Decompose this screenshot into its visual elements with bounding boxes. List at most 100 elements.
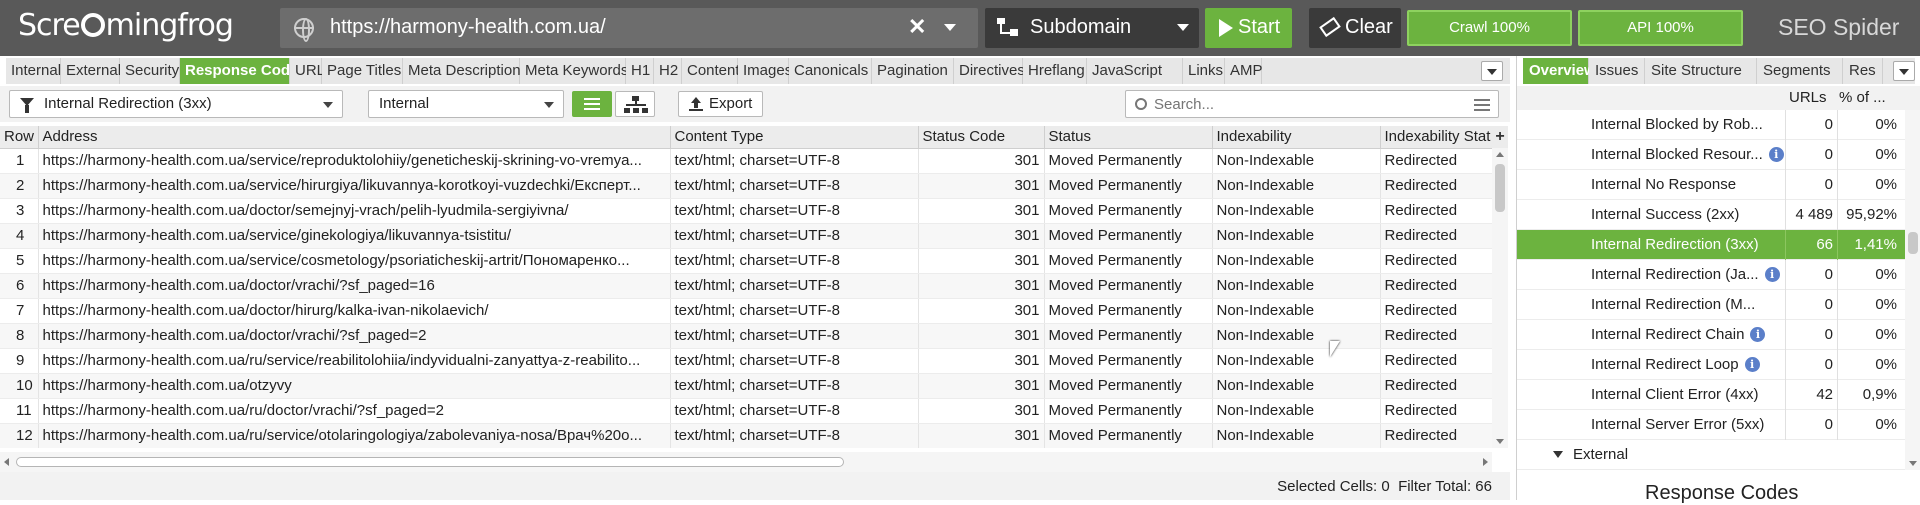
tab-h2[interactable]: H2 <box>654 58 682 84</box>
table-cell[interactable]: https://harmony-health.com.ua/service/co… <box>38 248 671 274</box>
table-cell[interactable]: 301 <box>918 198 1045 224</box>
table-cell[interactable]: 8 <box>0 323 39 349</box>
table-row[interactable]: 10 https://harmony-health.com.ua/otzyvy te… <box>0 373 1495 399</box>
table-cell[interactable]: Redirected <box>1380 148 1495 174</box>
table-cell[interactable]: Moved Permanently <box>1044 423 1213 448</box>
tab-canonicals[interactable]: Canonicals <box>789 58 872 84</box>
table-row[interactable]: 5 https://harmony-health.com.ua/service/c… <box>0 248 1495 274</box>
tab-response-codes[interactable]: Response Codes <box>180 58 307 84</box>
table-row[interactable]: 1 https://harmony-health.com.ua/service/r… <box>0 148 1495 174</box>
table-cell[interactable]: 301 <box>918 398 1045 424</box>
table-cell[interactable]: https://harmony-health.com.ua/doctor/sem… <box>38 198 671 224</box>
tab-directives[interactable]: Directives <box>954 58 1025 84</box>
table-row[interactable]: 8 https://harmony-health.com.ua/doctor/vr… <box>0 323 1495 349</box>
table-cell[interactable]: text/html; charset=UTF-8 <box>670 298 919 324</box>
table-cell[interactable]: text/html; charset=UTF-8 <box>670 223 919 249</box>
overview-row[interactable]: Internal Redirect Loop i 0 0% <box>1517 350 1905 380</box>
table-cell[interactable]: text/html; charset=UTF-8 <box>670 348 919 374</box>
table-row[interactable]: 11 https://harmony-health.com.ua/ru/docto… <box>0 398 1495 424</box>
scroll-up-arrow-icon[interactable] <box>1496 152 1504 157</box>
tab-internal[interactable]: Internal <box>6 58 61 84</box>
table-cell[interactable]: 10 <box>0 373 39 399</box>
table-cell[interactable]: Moved Permanently <box>1044 348 1213 374</box>
table-cell[interactable]: https://harmony-health.com.ua/ru/service… <box>38 348 671 374</box>
table-cell[interactable]: https://harmony-health.com.ua/service/gi… <box>38 223 671 249</box>
info-icon[interactable]: i <box>1768 147 1784 162</box>
table-cell[interactable]: Moved Permanently <box>1044 223 1213 249</box>
table-cell[interactable]: 301 <box>918 298 1045 324</box>
table-cell[interactable]: 301 <box>918 373 1045 399</box>
tab-page-titles[interactable]: Page Titles <box>322 58 403 84</box>
table-cell[interactable]: Redirected <box>1380 273 1495 299</box>
table-cell[interactable]: text/html; charset=UTF-8 <box>670 173 919 199</box>
url-history-chevron-down-icon[interactable] <box>944 24 956 31</box>
table-cell[interactable]: Moved Permanently <box>1044 173 1213 199</box>
table-cell[interactable]: Redirected <box>1380 348 1495 374</box>
table-cell[interactable]: Redirected <box>1380 248 1495 274</box>
tab-url[interactable]: URL <box>290 58 325 84</box>
scroll-left-arrow-icon[interactable] <box>4 458 9 466</box>
overview-row[interactable]: Internal No Response 0 0% <box>1517 170 1905 200</box>
table-cell[interactable]: https://harmony-health.com.ua/service/re… <box>38 148 671 174</box>
overview-group-external[interactable]: External <box>1517 440 1905 470</box>
table-row[interactable]: 7 https://harmony-health.com.ua/doctor/hi… <box>0 298 1495 324</box>
table-cell[interactable]: 2 <box>0 173 39 199</box>
overview-row[interactable]: Internal Redirection (Ja... i 0 0% <box>1517 260 1905 290</box>
table-cell[interactable]: https://harmony-health.com.ua/service/hi… <box>38 173 671 199</box>
table-cell[interactable]: text/html; charset=UTF-8 <box>670 373 919 399</box>
right-tab-overflow-chevron-down-icon[interactable] <box>1893 61 1915 81</box>
scrollbar-thumb[interactable] <box>1908 232 1918 254</box>
overview-row[interactable]: Internal Blocked Resour... i 0 0% <box>1517 140 1905 170</box>
column-header-indexability[interactable]: Indexability <box>1212 126 1381 149</box>
search-input[interactable] <box>1154 94 1454 114</box>
table-row[interactable]: 3 https://harmony-health.com.ua/doctor/se… <box>0 198 1495 224</box>
table-cell[interactable]: 301 <box>918 323 1045 349</box>
url-text[interactable]: https://harmony-health.com.ua/ <box>330 16 606 39</box>
table-cell[interactable]: Non-Indexable <box>1212 173 1381 199</box>
table-cell[interactable]: Non-Indexable <box>1212 198 1381 224</box>
tab-external[interactable]: External <box>61 58 121 84</box>
table-cell[interactable]: 301 <box>918 173 1045 199</box>
tab-overflow-chevron-down-icon[interactable] <box>1481 61 1503 81</box>
table-cell[interactable]: Non-Indexable <box>1212 298 1381 324</box>
table-cell[interactable]: text/html; charset=UTF-8 <box>670 398 919 424</box>
column-header-content-type[interactable]: Content Type <box>670 126 919 149</box>
table-cell[interactable]: 301 <box>918 423 1045 448</box>
clear-url-icon[interactable]: ✕ <box>908 14 926 40</box>
table-cell[interactable]: Redirected <box>1380 223 1495 249</box>
table-cell[interactable]: 5 <box>0 248 39 274</box>
table-cell[interactable]: https://harmony-health.com.ua/ru/doctor/… <box>38 398 671 424</box>
scroll-down-arrow-icon[interactable] <box>1909 461 1917 466</box>
crawl-mode-dropdown[interactable]: Subdomain <box>985 8 1199 48</box>
info-icon[interactable]: i <box>1750 327 1766 342</box>
table-cell[interactable]: Redirected <box>1380 423 1495 448</box>
column-header-address[interactable]: Address <box>38 126 671 149</box>
table-cell[interactable]: 11 <box>0 398 39 424</box>
overview-row[interactable]: Internal Blocked by Rob... 0 0% <box>1517 110 1905 140</box>
tab-links[interactable]: Links <box>1183 58 1225 84</box>
tab-pagination[interactable]: Pagination <box>872 58 954 84</box>
table-cell[interactable]: https://harmony-health.com.ua/doctor/vra… <box>38 273 671 299</box>
advanced-search-sliders-icon[interactable] <box>1474 99 1490 111</box>
column-header-status-code[interactable]: Status Code <box>918 126 1045 149</box>
table-cell[interactable]: https://harmony-health.com.ua/doctor/vra… <box>38 323 671 349</box>
table-vertical-scrollbar[interactable] <box>1492 148 1508 448</box>
table-cell[interactable]: Moved Permanently <box>1044 398 1213 424</box>
table-row[interactable]: 9 https://harmony-health.com.ua/ru/servic… <box>0 348 1495 374</box>
table-cell[interactable]: Non-Indexable <box>1212 373 1381 399</box>
table-horizontal-scrollbar[interactable] <box>0 452 1492 472</box>
urls-column-header[interactable]: URLs <box>1789 89 1827 106</box>
right-tab-segments[interactable]: Segments <box>1757 58 1843 84</box>
right-tab-site-structure[interactable]: Site Structure <box>1645 58 1757 84</box>
expand-triangle-icon[interactable] <box>1553 451 1563 458</box>
start-button[interactable]: Start <box>1205 8 1292 48</box>
table-cell[interactable]: Redirected <box>1380 398 1495 424</box>
right-tab-issues[interactable]: Issues <box>1589 58 1645 84</box>
url-field[interactable]: https://harmony-health.com.ua/ ✕ <box>280 8 978 48</box>
table-cell[interactable]: 1 <box>0 148 39 174</box>
overview-row[interactable]: Internal Redirect Chain i 0 0% <box>1517 320 1905 350</box>
table-cell[interactable]: text/html; charset=UTF-8 <box>670 198 919 224</box>
overview-row[interactable]: Internal Server Error (5xx) 0 0% <box>1517 410 1905 440</box>
scroll-right-arrow-icon[interactable] <box>1483 458 1488 466</box>
scrollbar-thumb[interactable] <box>1495 164 1505 212</box>
